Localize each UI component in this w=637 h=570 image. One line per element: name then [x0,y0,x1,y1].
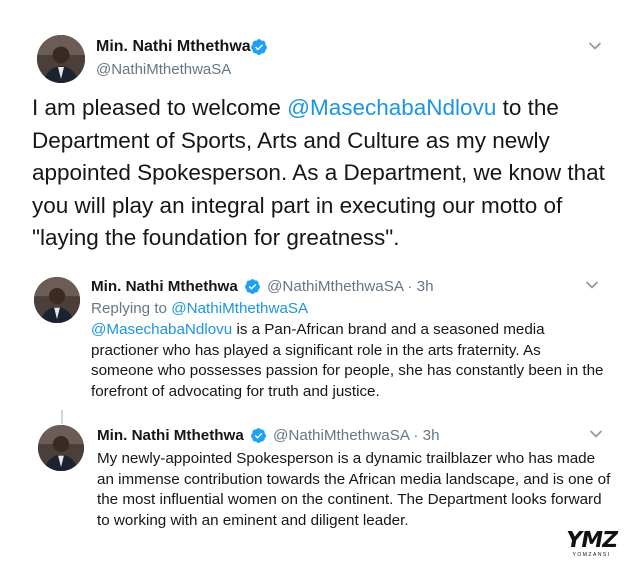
mention-link[interactable]: @MasechabaNdlovu [287,95,496,120]
chevron-down-icon[interactable] [585,280,599,290]
replying-to-link[interactable]: @NathiMthethwaSA [171,300,308,317]
author-handle[interactable]: @NathiMthethwaSA [267,278,403,295]
author-name[interactable]: Min. Nathi Mthethwa [97,427,244,444]
timestamp[interactable]: 3h [417,278,434,295]
author-handle[interactable]: @NathiMthethwaSA [96,61,231,78]
author-name[interactable]: Min. Nathi Mthethwa [96,38,251,56]
chevron-down-icon[interactable] [589,429,603,439]
replying-to: Replying to @NathiMthethwaSA [91,300,309,317]
avatar[interactable] [34,277,80,323]
tweet-meta: @NathiMthethwaSA · 3h [267,278,434,295]
author-handle[interactable]: @NathiMthethwaSA [273,427,409,444]
reply-text: My newly-appointed Spokesperson is a dyn… [97,450,611,529]
mention-link[interactable]: @MasechabaNdlovu [91,321,232,338]
verified-badge-icon [245,279,260,294]
author-name[interactable]: Min. Nathi Mthethwa [91,278,238,295]
tweet-meta: @NathiMthethwaSA · 3h [273,427,440,444]
thread-connector [61,410,63,424]
timestamp[interactable]: 3h [423,427,440,444]
watermark-logo: YMZ YOMZANSI [564,528,620,558]
verified-badge-icon [251,39,267,55]
reply-text: @MasechabaNdlovu is a Pan-African brand … [91,321,604,400]
chevron-down-icon[interactable] [588,41,602,51]
verified-badge-icon [251,428,266,443]
avatar[interactable] [38,425,84,471]
tweet-text: I am pleased to welcome @MasechabaNdlovu… [32,95,605,250]
avatar[interactable] [37,35,85,83]
